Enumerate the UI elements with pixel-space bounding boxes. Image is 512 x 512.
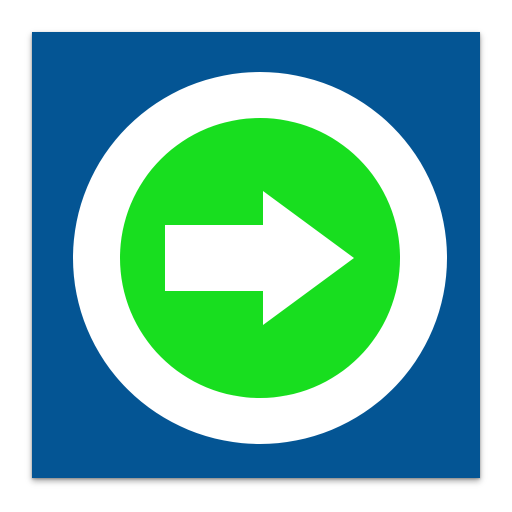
- app-icon-screen: [0, 0, 512, 512]
- next-arrow-icon: [32, 32, 480, 478]
- app-icon-tile[interactable]: [32, 32, 480, 478]
